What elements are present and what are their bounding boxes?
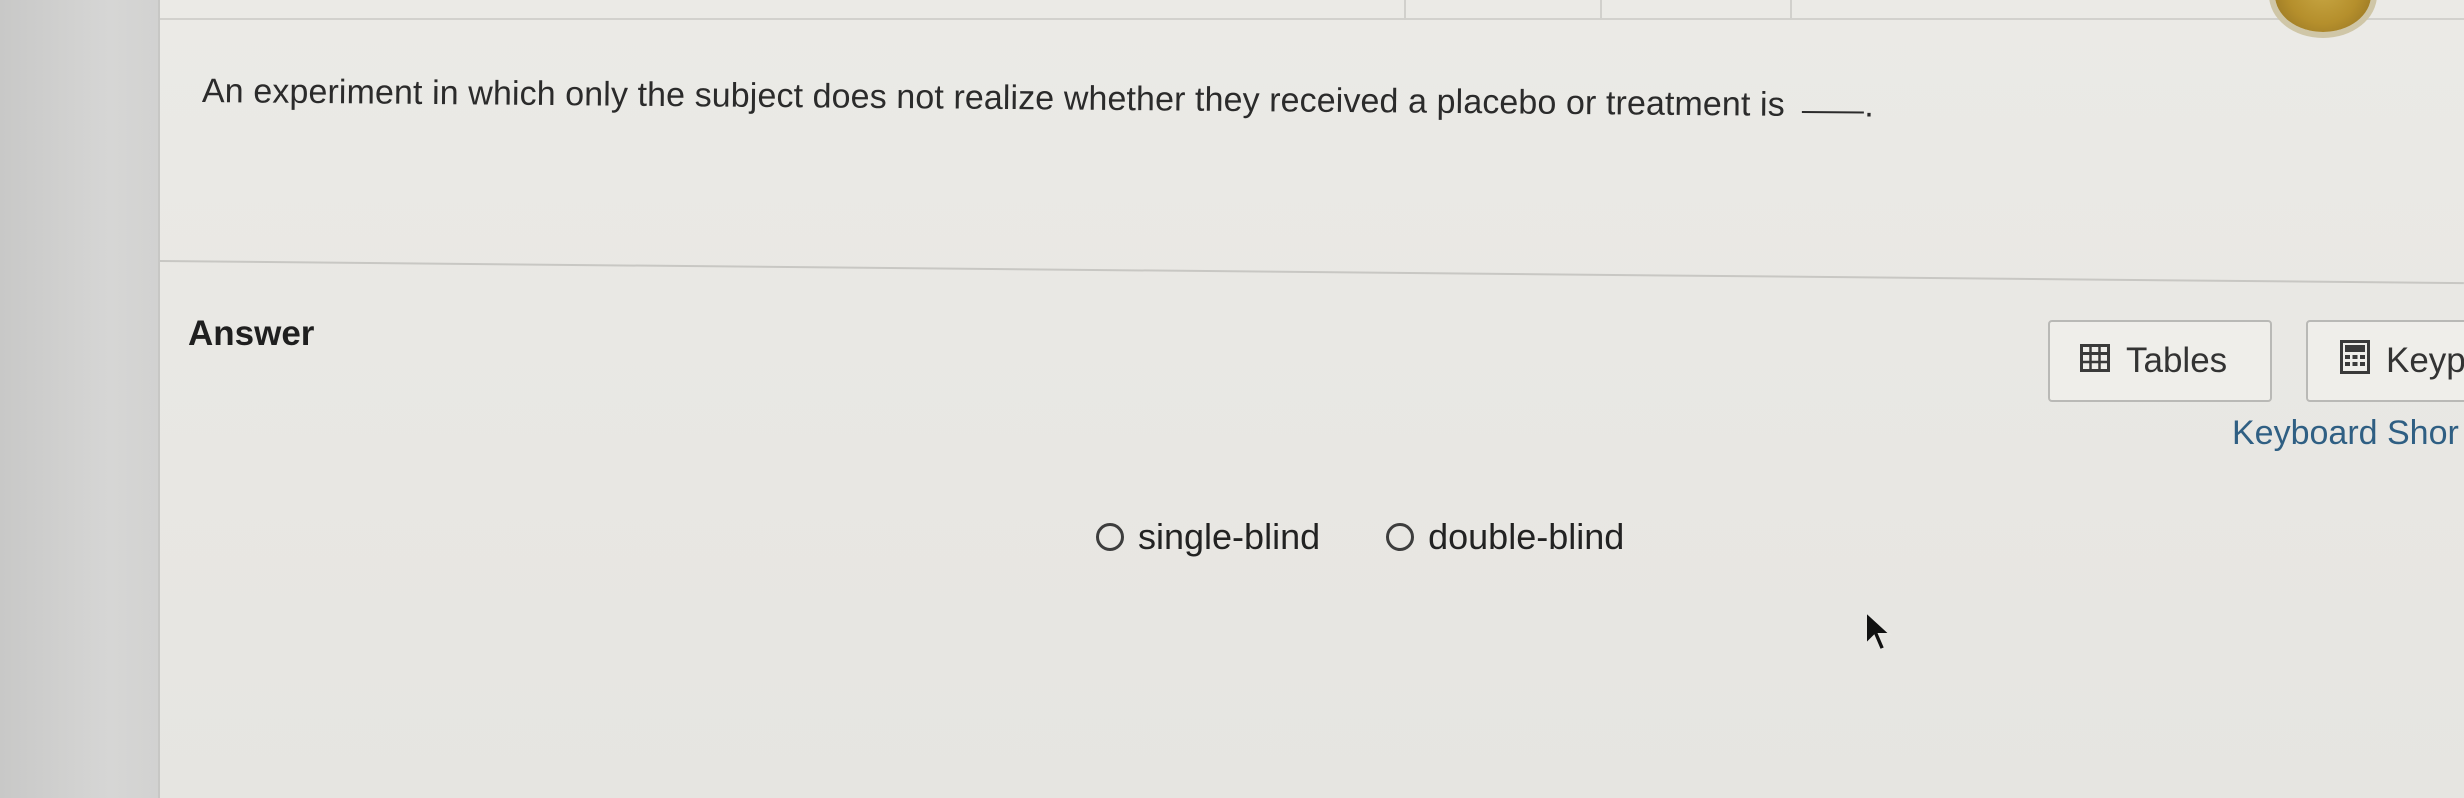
option-double-blind[interactable]: double-blind — [1386, 516, 1624, 558]
left-gutter — [0, 0, 160, 798]
status-badge — [2275, 0, 2371, 32]
tables-button[interactable]: Tables — [2048, 320, 2272, 402]
option-label: single-blind — [1138, 516, 1321, 557]
screen: An experiment in which only the subject … — [0, 0, 2464, 798]
answer-blank — [1802, 110, 1865, 114]
question-text: An experiment in which only the subject … — [201, 72, 1785, 124]
question-text-container: An experiment in which only the subject … — [202, 72, 2162, 128]
table-grid-icon — [2080, 341, 2110, 381]
radio-button[interactable] — [1096, 523, 1124, 551]
top-border-segment — [1600, 0, 1602, 20]
keypad-button[interactable]: Keyp — [2306, 320, 2464, 402]
radio-button[interactable] — [1386, 523, 1415, 551]
option-single-blind[interactable]: single-blind — [1096, 516, 1320, 558]
section-divider — [159, 260, 2464, 285]
question-panel: An experiment in which only the subject … — [159, 0, 2464, 798]
keyboard-shortcuts-link[interactable]: Keyboard Shor — [2232, 414, 2459, 453]
top-border — [160, 18, 2464, 20]
answer-options: single-blind double-blind — [1096, 516, 1690, 558]
top-border-segment — [1790, 0, 1792, 20]
calculator-icon — [2340, 339, 2370, 383]
question-period: . — [1864, 86, 1875, 125]
top-border-segment — [1404, 0, 1406, 20]
option-label: double-blind — [1428, 516, 1625, 557]
mouse-cursor-icon — [1865, 610, 1892, 652]
tables-button-label: Tables — [2126, 341, 2228, 380]
keypad-button-label: Keyp — [2386, 341, 2464, 380]
answer-label: Answer — [188, 314, 315, 353]
